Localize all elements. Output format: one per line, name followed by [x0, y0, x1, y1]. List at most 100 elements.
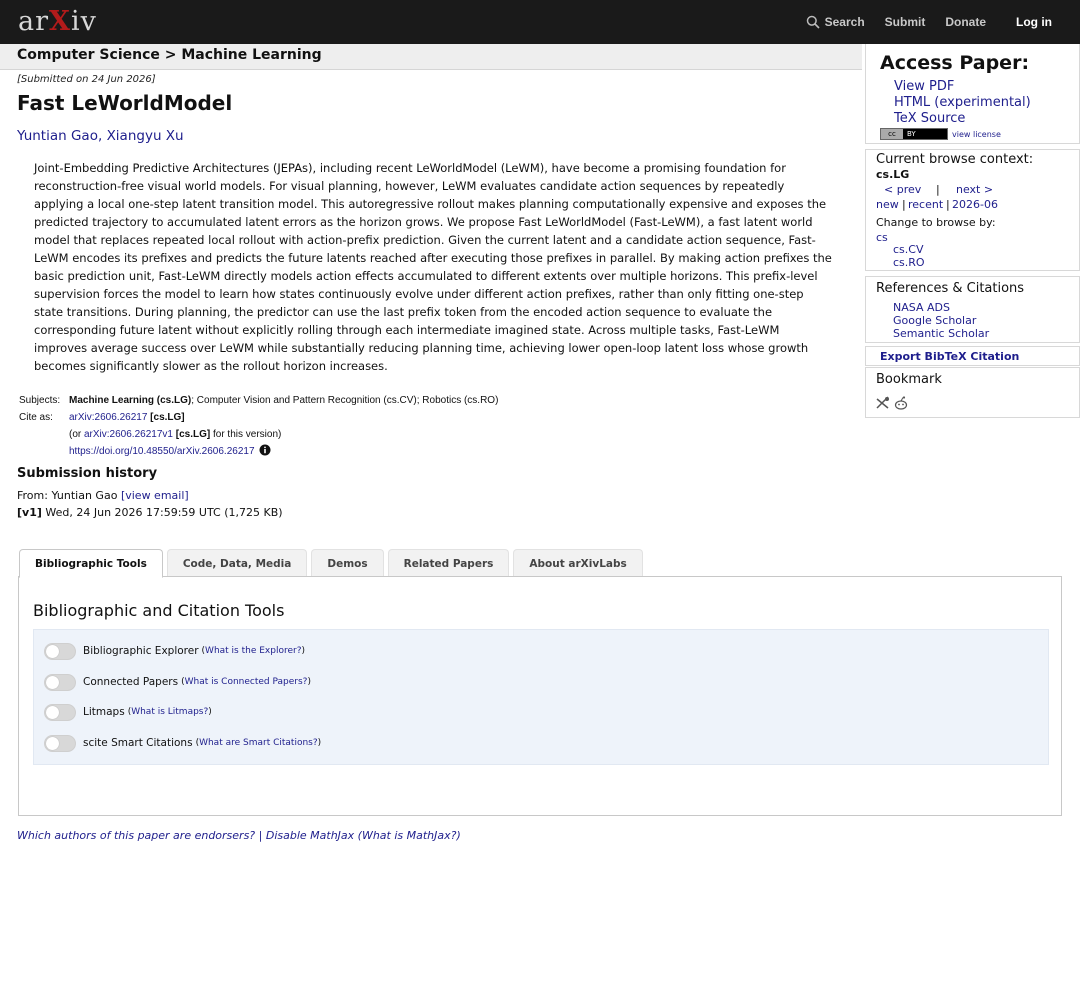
footer-separator: | — [255, 829, 266, 842]
access-paper-title: Access Paper: — [880, 52, 1030, 74]
connected-papers-toggle[interactable] — [44, 673, 76, 691]
explorer-toggle[interactable] — [44, 642, 76, 660]
arxiv-id-link[interactable]: arXiv:2606.26217 — [69, 412, 147, 423]
browse-context-title: Current browse context: — [876, 152, 1034, 167]
bookmark-box: Bookmark — [865, 367, 1080, 418]
breadcrumb-bar: Computer Science > Machine Learning — [0, 44, 862, 70]
scite-toggle[interactable] — [44, 734, 76, 752]
logo-text-x: X — [49, 6, 71, 37]
tool-row-litmaps: Litmaps (What is Litmaps?) — [44, 702, 212, 722]
panel-title: Bibliographic and Citation Tools — [33, 601, 285, 620]
recent-link[interactable]: recent — [908, 198, 943, 211]
view-pdf-link[interactable]: View PDF — [894, 79, 954, 94]
disable-mathjax-link[interactable]: Disable MathJax — [266, 829, 354, 842]
tab-about-arxivlabs[interactable]: About arXivLabs — [513, 549, 643, 577]
tool-help-link[interactable]: What is the Explorer? — [205, 646, 301, 656]
arxiv-version-link[interactable]: arXiv:2606.26217v1 — [84, 429, 173, 440]
cite-version-value: (or arXiv:2606.26217v1 [cs.LG] for this … — [69, 426, 281, 443]
search-icon — [806, 15, 820, 29]
labs-tabs: Bibliographic Tools Code, Data, Media De… — [19, 549, 647, 578]
subjects-row: Subjects: Machine Learning (cs.LG); Comp… — [19, 392, 498, 409]
next-link[interactable]: next > — [956, 183, 993, 196]
license-row: cc BY view license — [880, 128, 1001, 140]
secondary-subjects: ; Computer Vision and Pattern Recognitio… — [191, 395, 499, 406]
version-v1: [v1] Wed, 24 Jun 2026 17:59:59 UTC (1,72… — [17, 506, 283, 519]
submitter: From: Yuntian Gao — [17, 489, 121, 502]
info-icon[interactable] — [259, 444, 271, 456]
reddit-icon[interactable] — [894, 396, 908, 410]
tools-list: Bibliographic Explorer (What is the Expl… — [33, 629, 1049, 765]
litmaps-toggle[interactable] — [44, 703, 76, 721]
view-license-link[interactable]: view license — [952, 130, 1001, 139]
search-label: Search — [824, 15, 865, 29]
nav-separator: | — [946, 198, 950, 211]
logo-text-iv: iv — [70, 6, 97, 37]
cc-by-license-icon[interactable]: cc BY — [880, 128, 948, 140]
tool-help-link[interactable]: What is Connected Papers? — [185, 677, 308, 687]
version-v1-label[interactable]: [v1] — [17, 506, 42, 519]
breadcrumb[interactable]: Computer Science > Machine Learning — [17, 47, 322, 63]
cite-version-category: [cs.LG] — [172, 429, 211, 440]
submission-from: From: Yuntian Gao [view email] — [17, 489, 189, 502]
tab-code-data-media[interactable]: Code, Data, Media — [166, 549, 308, 577]
month-link[interactable]: 2026-06 — [952, 198, 998, 211]
endorsers-link[interactable]: Which authors of this paper are endorser… — [17, 829, 255, 842]
browse-cs-link[interactable]: cs — [876, 231, 888, 244]
tool-name: scite Smart Citations — [83, 737, 193, 749]
tool-row-explorer: Bibliographic Explorer (What is the Expl… — [44, 641, 305, 661]
submitted-date: [Submitted on 24 Jun 2026] — [17, 74, 156, 85]
tex-source-link[interactable]: TeX Source — [894, 111, 965, 126]
logo-text-ar: ar — [18, 6, 50, 37]
google-scholar-link[interactable]: Google Scholar — [893, 314, 976, 327]
nav-separator: | — [902, 198, 906, 211]
paper-title: Fast LeWorldModel — [17, 91, 233, 115]
cite-or: (or — [69, 429, 84, 440]
right-sidebar: Access Paper: View PDF HTML (experimenta… — [862, 44, 1080, 418]
tab-related-papers[interactable]: Related Papers — [387, 549, 510, 577]
html-link[interactable]: HTML (experimental) — [894, 95, 1031, 110]
export-bibtex-link[interactable]: Export BibTeX Citation — [880, 350, 1019, 363]
doi-link[interactable]: https://doi.org/10.48550/arXiv.2606.2621… — [69, 446, 255, 457]
tool-help-link[interactable]: What are Smart Citations? — [199, 738, 318, 748]
tool-row-connected-papers: Connected Papers (What is Connected Pape… — [44, 672, 311, 692]
bookmark-icons — [876, 396, 908, 410]
tool-name: Bibliographic Explorer — [83, 645, 199, 657]
new-link[interactable]: new — [876, 198, 899, 211]
tab-demos[interactable]: Demos — [311, 549, 384, 577]
tab-panel: Bibliographic and Citation Tools Bibliog… — [18, 576, 1062, 816]
author-link-xu[interactable]: Xiangyu Xu — [107, 128, 184, 144]
nasa-ads-link[interactable]: NASA ADS — [893, 301, 950, 314]
top-nav: Search Submit Donate Log in — [786, 0, 1052, 44]
tool-help-link[interactable]: What is Litmaps? — [131, 707, 208, 717]
bibsonomy-icon[interactable] — [876, 396, 890, 410]
bookmark-title: Bookmark — [876, 372, 942, 387]
cite-label: Cite as: — [19, 412, 53, 423]
references-box: References & Citations NASA ADS Google S… — [865, 276, 1080, 343]
subjects-value: Machine Learning (cs.LG); Computer Visio… — [69, 392, 498, 409]
semantic-scholar-link[interactable]: Semantic Scholar — [893, 327, 989, 340]
what-is-mathjax-link[interactable]: (What is MathJax?) — [354, 829, 461, 842]
browse-context-category: cs.LG — [876, 168, 910, 181]
tool-name: Litmaps — [83, 706, 125, 718]
tab-bibliographic-tools[interactable]: Bibliographic Tools — [19, 549, 163, 578]
tool-name: Connected Papers — [83, 676, 179, 688]
access-paper-box: Access Paper: View PDF HTML (experimenta… — [865, 44, 1080, 144]
browse-cs-cv-link[interactable]: cs.CV — [893, 243, 923, 256]
tool-row-scite: scite Smart Citations (What are Smart Ci… — [44, 733, 321, 753]
by-label: BY — [907, 130, 916, 138]
author-list: Yuntian Gao, Xiangyu Xu — [17, 128, 184, 144]
search-button[interactable]: Search — [806, 15, 865, 29]
prev-link[interactable]: < prev — [884, 183, 921, 196]
browse-cs-ro-link[interactable]: cs.RO — [893, 256, 925, 269]
metadata-table: Subjects: Machine Learning (cs.LG); Comp… — [19, 392, 498, 460]
login-link[interactable]: Log in — [1016, 15, 1052, 29]
author-link-gao[interactable]: Yuntian Gao — [17, 128, 98, 144]
arxiv-logo[interactable]: arXiv — [18, 6, 97, 38]
view-email-link[interactable]: [view email] — [121, 489, 189, 502]
primary-subject: Machine Learning (cs.LG) — [69, 395, 192, 406]
donate-link[interactable]: Donate — [945, 15, 986, 29]
submit-link[interactable]: Submit — [885, 15, 926, 29]
author-separator: , — [97, 128, 107, 144]
abstract: Joint-Embedding Predictive Architectures… — [34, 161, 832, 373]
version-v1-text: Wed, 24 Jun 2026 17:59:59 UTC (1,725 KB) — [41, 506, 283, 519]
